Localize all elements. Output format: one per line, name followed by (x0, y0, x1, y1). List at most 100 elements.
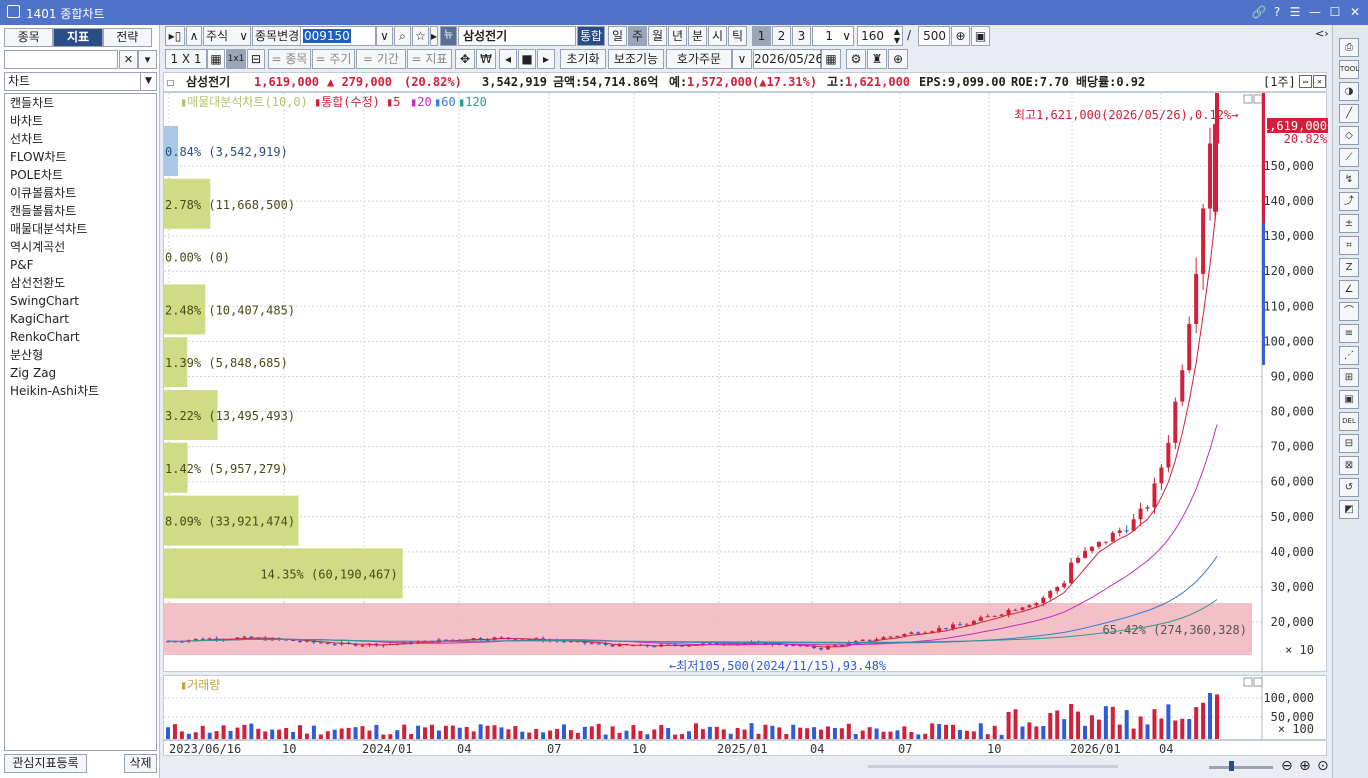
settings-icon[interactable]: ⚙ (846, 49, 866, 69)
draw-tool-icon[interactable]: ⋰ (1339, 346, 1359, 365)
draw-tool-icon[interactable]: ⌒ (1339, 302, 1359, 321)
count-stepper[interactable]: 160 ▲ ▼ (857, 26, 903, 46)
sync-period-button[interactable]: = 주기 (312, 49, 355, 69)
up-icon[interactable]: ∧ (186, 26, 202, 46)
draw-tool-icon[interactable]: ╱ (1339, 104, 1359, 123)
arrow-right-icon[interactable]: ▸ (430, 26, 438, 46)
multiple-1-button[interactable]: 1 (752, 26, 771, 46)
price-chart[interactable]: 150,000 140,000 130,000 120,000 110,000 100,0… (163, 45, 1328, 673)
draw-tool-icon[interactable]: DEL (1339, 412, 1359, 431)
indicator-item[interactable]: KagiChart (5, 310, 156, 328)
draw-tool-icon[interactable]: ↯ (1339, 170, 1359, 189)
order-button[interactable]: 호가주문 (666, 49, 732, 69)
chart-maximize-icon[interactable]: ▭ (1299, 75, 1312, 88)
draw-tool-icon[interactable]: ◑ (1339, 82, 1359, 101)
draw-tool-icon[interactable]: ± (1339, 214, 1359, 233)
minimize-button[interactable]: — (1307, 4, 1323, 20)
new-window-icon[interactable]: ⊕ (951, 26, 970, 46)
menu-icon[interactable]: ☰ (1287, 4, 1303, 20)
calendar-icon[interactable]: ▦ (821, 49, 841, 69)
multiple-select[interactable]: 1 ∨ (812, 26, 854, 46)
search-dropdown-icon[interactable]: ▾ (138, 50, 157, 69)
scroll-right-icon[interactable]: ▸ (537, 49, 555, 69)
scroll-left-icon[interactable]: ◂ (499, 49, 517, 69)
volume-chart[interactable]: 100,000 50,000 × 100 ▮거래량 (163, 675, 1327, 741)
indicator-item[interactable]: POLE차트 (5, 166, 156, 184)
layout-1x1-button[interactable]: 1x1 (226, 49, 246, 69)
draw-tool-icon[interactable]: ◇ (1339, 126, 1359, 145)
tab-stock[interactable]: 종목 (4, 28, 54, 47)
collapse-icon[interactable]: <› (1315, 27, 1329, 40)
multiple-2-button[interactable]: 2 (772, 26, 791, 46)
news-icon[interactable]: 뉴 (440, 26, 457, 46)
split-icon[interactable]: ⊟ (247, 49, 265, 69)
indicator-item[interactable]: 캔들볼륨차트 (5, 202, 156, 220)
draw-tool-icon[interactable]: ⊞ (1339, 368, 1359, 387)
close-button[interactable]: ✕ (1347, 4, 1363, 20)
period-button-3[interactable]: 년 (668, 26, 687, 46)
indicator-item[interactable]: Heikin-Ashi차트 (5, 382, 156, 400)
draw-tool-icon[interactable]: ⎙ (1339, 38, 1359, 57)
period-button-0[interactable]: 일 (608, 26, 627, 46)
register-indicator-button[interactable]: 관심지표등록 (4, 754, 87, 773)
capture-icon[interactable]: ⊕ (888, 49, 908, 69)
draw-tool-icon[interactable]: Z (1339, 258, 1359, 277)
star-icon[interactable]: ☆ (412, 26, 429, 46)
info-checkbox[interactable]: ☐ (167, 73, 174, 91)
link-icon[interactable]: 🔗 (1251, 4, 1267, 20)
zoom-fit-icon[interactable]: ⊙ (1317, 758, 1329, 774)
zoom-in-icon[interactable]: ⊕ (1299, 758, 1311, 774)
draw-tool-icon[interactable]: ⊟ (1339, 434, 1359, 453)
clear-search-icon[interactable]: ✕ (119, 50, 138, 69)
draw-tool-icon[interactable]: ⊠ (1339, 456, 1359, 475)
draw-tool-icon[interactable]: ▣ (1339, 390, 1359, 409)
stop-icon[interactable]: ■ (518, 49, 536, 69)
panel-toggle-icon[interactable]: ▸▯ (165, 26, 185, 46)
indicator-item[interactable]: 분산형 (5, 346, 156, 364)
total-count-field[interactable]: 500 (918, 26, 950, 46)
order-dropdown-icon[interactable]: ∨ (732, 49, 752, 69)
integrated-button[interactable]: 통합 (577, 26, 605, 46)
indicator-item[interactable]: FLOW차트 (5, 148, 156, 166)
move-icon[interactable]: ✥ (455, 49, 475, 69)
period-button-6[interactable]: 틱 (728, 26, 747, 46)
layout-select[interactable]: 1 X 1 (165, 49, 207, 69)
indicator-item[interactable]: 역시계곡선 (5, 238, 156, 256)
draw-tool-icon[interactable]: ⌗ (1339, 236, 1359, 255)
indicator-item[interactable]: Zig Zag (5, 364, 156, 382)
market-select[interactable]: 주식 ∨ (203, 26, 251, 46)
zoom-slider-handle[interactable] (1229, 761, 1234, 771)
period-button-5[interactable]: 시 (708, 26, 727, 46)
delete-button[interactable]: 삭제 (124, 754, 157, 773)
maximize-button[interactable]: ☐ (1327, 4, 1343, 20)
aux-function-button[interactable]: 보조기능 (608, 49, 664, 69)
period-button-4[interactable]: 분 (688, 26, 707, 46)
tab-strategy[interactable]: 전략 (102, 28, 152, 47)
indicator-item[interactable]: 삼선전환도 (5, 274, 156, 292)
stock-code-input[interactable]: 009150 (300, 26, 376, 46)
indicator-item[interactable]: P&F (5, 256, 156, 274)
sync-range-button[interactable]: = 기간 (356, 49, 406, 69)
currency-button[interactable]: ₩ (476, 49, 496, 69)
indicator-item[interactable]: SwingChart (5, 292, 156, 310)
indicator-item[interactable]: 캔들차트 (5, 94, 156, 112)
period-button-2[interactable]: 월 (648, 26, 667, 46)
reset-button[interactable]: 초기화 (560, 49, 606, 69)
category-select[interactable]: 차트 ▼ (4, 72, 157, 91)
zoom-out-icon[interactable]: ⊖ (1281, 758, 1293, 774)
date-field[interactable]: 2026/05/26 (753, 49, 823, 69)
sync-stock-button[interactable]: = 종목 (268, 49, 311, 69)
help-icon[interactable]: ? (1269, 4, 1285, 20)
draw-tool-icon[interactable]: ↺ (1339, 478, 1359, 497)
indicator-icon[interactable]: ♜ (867, 49, 887, 69)
indicator-item[interactable]: 바차트 (5, 112, 156, 130)
sync-indicator-button[interactable]: = 지표 (407, 49, 452, 69)
indicator-search-input[interactable] (4, 50, 118, 69)
tab-indicator[interactable]: 지표 (53, 28, 103, 47)
multiple-3-button[interactable]: 3 (792, 26, 811, 46)
save-icon[interactable]: ▣ (971, 26, 990, 46)
grid-icon[interactable]: ▦ (207, 49, 225, 69)
draw-tool-icon[interactable]: ⤴ (1339, 192, 1359, 211)
code-dropdown-icon[interactable]: ∨ (376, 26, 393, 46)
chart-close-icon[interactable]: ✕ (1313, 75, 1326, 88)
